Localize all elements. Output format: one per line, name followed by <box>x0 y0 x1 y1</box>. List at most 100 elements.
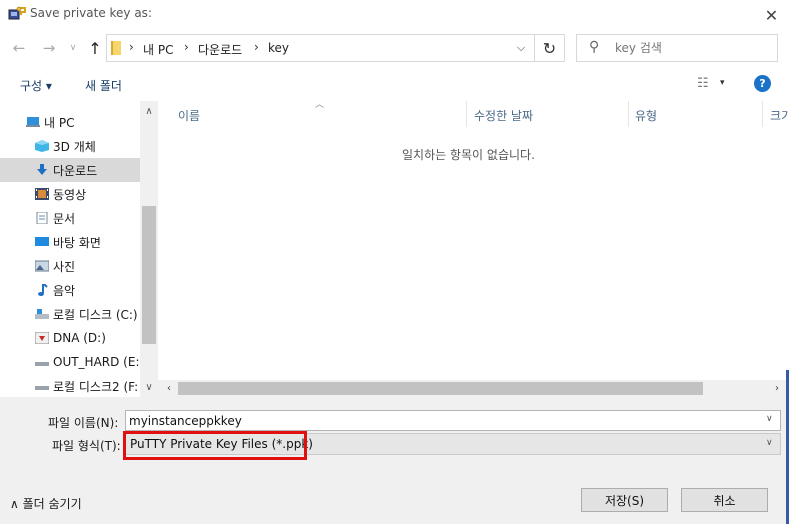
address-dropdown-button[interactable]: ⌵ <box>511 38 531 58</box>
nav-item-documents[interactable]: 문서 <box>0 206 140 230</box>
download-arrow-icon <box>37 164 47 175</box>
nav-item-label: 음악 <box>53 283 76 298</box>
annotation-highlight-box <box>123 431 307 460</box>
scrollbar-thumb[interactable] <box>142 206 156 344</box>
column-divider[interactable] <box>762 101 763 127</box>
title-bar: Save private key as: ✕ <box>0 0 789 30</box>
folder-icon <box>111 41 121 55</box>
breadcrumb-separator-icon: › <box>184 40 189 54</box>
close-icon: ✕ <box>764 5 779 25</box>
filename-label: 파일 이름(N): <box>48 416 119 430</box>
breadcrumb-downloads[interactable]: 다운로드 <box>198 41 242 58</box>
local-disk-icon <box>35 309 49 319</box>
up-button[interactable]: ↑ <box>84 36 106 60</box>
filetype-label: 파일 형식(T): <box>52 439 121 453</box>
nav-scrollbar[interactable]: ∧ ∨ <box>140 101 158 397</box>
back-button[interactable]: ← <box>8 36 30 60</box>
video-icon <box>35 188 49 200</box>
nav-item-dna-d[interactable]: DNA (D:) <box>0 326 140 350</box>
column-header-type[interactable]: 유형 <box>635 107 657 124</box>
3d-objects-icon <box>35 140 49 152</box>
filename-combobox[interactable]: ∨ <box>125 410 781 431</box>
horizontal-scrollbar[interactable]: ‹ › <box>158 380 789 397</box>
nav-item-videos[interactable]: 동영상 <box>0 182 140 206</box>
close-button[interactable]: ✕ <box>754 0 789 30</box>
chevron-down-icon: ⌵ <box>516 41 526 54</box>
nav-item-label: 사진 <box>53 259 76 274</box>
document-icon <box>36 212 48 224</box>
music-note-icon <box>38 284 48 296</box>
column-header-name[interactable]: 이름 <box>178 107 200 124</box>
desktop-icon <box>35 237 49 246</box>
view-dropdown-icon[interactable]: ▾ <box>720 78 725 88</box>
column-divider[interactable] <box>628 101 629 127</box>
file-list[interactable]: ︿ 이름 수정한 날짜 유형 크기 일치하는 항목이 없습니다. ‹ › <box>158 100 789 397</box>
navigation-pane: 내 PC 3D 개체 다운로드 동영상 문서 바탕 화면 사진 음악 로컬 디스… <box>0 101 158 397</box>
nav-item-label: 다운로드 <box>53 163 98 178</box>
nav-item-label: 로컬 디스크2 (F: <box>53 379 139 394</box>
scrollbar-thumb[interactable] <box>178 382 703 395</box>
address-bar[interactable]: › 내 PC › 다운로드 › key ⌵ <box>106 34 535 62</box>
nav-item-local-disk-f[interactable]: 로컬 디스크2 (F: <box>0 374 140 398</box>
nav-item-out-hard-e[interactable]: OUT_HARD (E:) <box>0 350 144 374</box>
scroll-up-icon[interactable]: ∧ <box>140 103 158 119</box>
hide-folders-toggle[interactable]: ∧ 폴더 숨기기 <box>10 495 82 512</box>
window-title: Save private key as: <box>30 6 152 20</box>
putty-keygen-icon <box>8 6 26 22</box>
column-header-size[interactable]: 크기 <box>770 107 789 124</box>
recent-locations-button[interactable]: ∨ <box>62 36 84 60</box>
refresh-button[interactable]: ↻ <box>535 34 565 62</box>
search-box[interactable]: ⚲ <box>576 34 778 62</box>
pc-icon <box>26 117 40 127</box>
nav-item-label: 동영상 <box>53 187 87 202</box>
scroll-down-icon[interactable]: ∨ <box>140 379 158 395</box>
pictures-icon <box>35 260 49 272</box>
save-button[interactable]: 저장(S) <box>581 488 668 512</box>
nav-item-3d-objects[interactable]: 3D 개체 <box>0 134 140 158</box>
drive-icon <box>35 386 49 390</box>
nav-item-label: OUT_HARD (E:) <box>53 355 145 369</box>
nav-item-music[interactable]: 음악 <box>0 278 140 302</box>
view-options-icon[interactable]: ☷ <box>697 76 709 91</box>
help-button[interactable]: ? <box>754 75 771 92</box>
nav-item-label: 바탕 화면 <box>53 235 101 250</box>
chevron-up-icon: ∧ <box>10 497 19 511</box>
nav-item-desktop[interactable]: 바탕 화면 <box>0 230 140 254</box>
column-divider[interactable] <box>466 101 467 127</box>
scroll-right-icon[interactable]: › <box>770 380 784 397</box>
help-icon: ? <box>759 77 766 90</box>
scroll-left-icon[interactable]: ‹ <box>162 380 176 397</box>
nav-item-downloads[interactable]: 다운로드 <box>0 158 140 182</box>
chevron-down-icon[interactable]: ∨ <box>766 414 773 424</box>
sort-ascending-icon: ︿ <box>315 100 325 110</box>
breadcrumb-key[interactable]: key <box>268 41 289 55</box>
nav-item-label: DNA (D:) <box>53 331 106 345</box>
chevron-down-icon[interactable]: ∨ <box>766 438 773 448</box>
arrow-up-icon: ↑ <box>88 38 102 58</box>
new-folder-button[interactable]: 새 폴더 <box>85 77 122 94</box>
nav-item-label: 문서 <box>53 211 76 226</box>
breadcrumb-this-pc[interactable]: 내 PC <box>143 41 173 58</box>
search-icon: ⚲ <box>589 39 600 55</box>
nav-item-label: 내 PC <box>44 115 75 130</box>
drive-icon <box>35 362 49 366</box>
cancel-button[interactable]: 취소 <box>681 488 768 512</box>
nav-item-this-pc[interactable]: 내 PC <box>0 110 140 134</box>
search-input[interactable] <box>615 40 765 56</box>
command-bar: 구성 ▾ 새 폴더 ☷ ▾ ? <box>0 70 789 100</box>
breadcrumb-separator-icon: › <box>129 40 134 54</box>
nav-item-label: 로컬 디스크 (C:) <box>53 307 138 322</box>
chevron-down-icon: ∨ <box>69 43 77 53</box>
drive-icon <box>35 332 49 344</box>
breadcrumb-separator-icon: › <box>254 40 259 54</box>
nav-item-local-disk-c[interactable]: 로컬 디스크 (C:) <box>0 302 140 326</box>
forward-button[interactable]: → <box>38 36 60 60</box>
nav-item-label: 3D 개체 <box>53 139 96 154</box>
empty-folder-message: 일치하는 항목이 없습니다. <box>402 148 535 162</box>
nav-item-pictures[interactable]: 사진 <box>0 254 140 278</box>
save-options-panel: 파일 이름(N): ∨ 파일 형식(T): PuTTY Private Key … <box>0 397 789 524</box>
arrow-left-icon: ← <box>12 39 26 57</box>
filename-input[interactable] <box>129 413 749 429</box>
organize-button[interactable]: 구성 ▾ <box>20 77 52 94</box>
column-header-date-modified[interactable]: 수정한 날짜 <box>474 107 533 124</box>
